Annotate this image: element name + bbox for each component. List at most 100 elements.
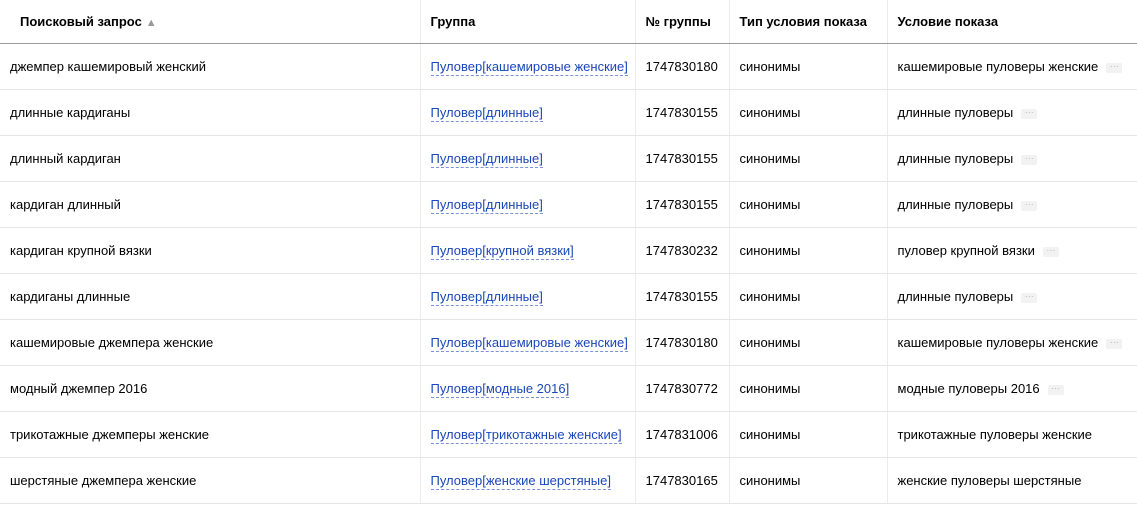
group-number-cell: 1747830155 <box>635 135 730 182</box>
condition-cell: длинные пуловеры ··· <box>887 89 1137 136</box>
table-row: кардиган длинный Пуловер[длинные] 17478301… <box>0 181 1137 228</box>
condition-text: кашемировые пуловеры женские <box>897 59 1099 74</box>
condition-type-text: синонимы <box>739 427 801 442</box>
condition-type-text: синонимы <box>739 381 801 396</box>
column-header-condition-label: Условие показа <box>897 14 999 29</box>
group-number-cell: 1747830155 <box>635 181 730 228</box>
sort-ascending-icon[interactable]: ▲ <box>146 17 157 29</box>
condition-text: длинные пуловеры <box>897 105 1014 120</box>
ellipsis-icon[interactable]: ··· <box>1042 245 1059 257</box>
query-text: модный джемпер 2016 <box>10 381 148 396</box>
condition-type-text: синонимы <box>739 243 801 258</box>
group-number-text: 1747830180 <box>645 335 718 350</box>
condition-type-cell: синонимы <box>729 43 888 90</box>
group-link[interactable]: Пуловер[трикотажные женские] <box>430 427 622 444</box>
table-row: длинный кардиган Пуловер[длинные] 17478301… <box>0 135 1137 182</box>
group-link[interactable]: Пуловер[длинные] <box>430 151 543 168</box>
condition-type-text: синонимы <box>739 473 801 488</box>
condition-cell: пуловер крупной вязки ··· <box>887 227 1137 274</box>
group-link[interactable]: Пуловер[крупной вязки] <box>430 243 574 260</box>
ellipsis-icon[interactable]: ··· <box>1106 61 1123 73</box>
query-cell: шерстяные джемпера женские <box>0 457 421 504</box>
group-cell: Пуловер[длинные] <box>420 181 636 228</box>
ellipsis-icon[interactable]: ··· <box>1047 383 1064 395</box>
group-cell: Пуловер[модные 2016] <box>420 365 636 412</box>
ellipsis-icon[interactable]: ··· <box>1106 337 1123 349</box>
query-cell: кардиган крупной вязки <box>0 227 421 274</box>
query-cell: джемпер кашемировый женский <box>0 43 421 90</box>
group-number-text: 1747830772 <box>645 381 718 396</box>
ellipsis-icon[interactable]: ··· <box>1021 199 1038 211</box>
query-text: кашемировые джемпера женские <box>10 335 214 350</box>
group-link[interactable]: Пуловер[длинные] <box>430 289 543 306</box>
group-cell: Пуловер[длинные] <box>420 273 636 320</box>
condition-type-cell: синонимы <box>729 181 888 228</box>
group-link[interactable]: Пуловер[кашемировые женские] <box>430 59 628 76</box>
group-cell: Пуловер[трикотажные женские] <box>420 411 636 458</box>
condition-type-cell: синонимы <box>729 457 888 504</box>
condition-text: трикотажные пуловеры женские <box>897 427 1093 442</box>
group-link[interactable]: Пуловер[длинные] <box>430 197 543 214</box>
column-header-group-label: Группа <box>430 14 476 29</box>
ellipsis-icon[interactable]: ··· <box>1021 291 1038 303</box>
condition-cell: трикотажные пуловеры женские··· <box>887 411 1137 458</box>
query-text: шерстяные джемпера женские <box>10 473 197 488</box>
group-number-cell: 1747830180 <box>635 319 730 366</box>
column-header-query-label: Поисковый запрос <box>20 14 142 29</box>
group-cell: Пуловер[длинные] <box>420 89 636 136</box>
table-row: трикотажные джемперы женские Пуловер[трик… <box>0 411 1137 458</box>
condition-type-text: синонимы <box>739 59 801 74</box>
condition-type-cell: синонимы <box>729 411 888 458</box>
group-number-cell: 1747830180 <box>635 43 730 90</box>
query-cell: кардиганы длинные <box>0 273 421 320</box>
group-number-text: 1747830155 <box>645 289 718 304</box>
table-header: Поисковый запрос ▲ Группа № группы Тип ус… <box>0 0 1137 44</box>
group-number-cell: 1747830155 <box>635 89 730 136</box>
query-cell: длинный кардиган <box>0 135 421 182</box>
column-header-group-number-label: № группы <box>645 14 711 29</box>
condition-cell: кашемировые пуловеры женские ··· <box>887 43 1137 90</box>
condition-type-text: синонимы <box>739 289 801 304</box>
condition-text: длинные пуловеры <box>897 151 1014 166</box>
table-body: джемпер кашемировый женский Пуловер[кашем… <box>0 43 1137 504</box>
query-text: кардиганы длинные <box>10 289 131 304</box>
condition-text: кашемировые пуловеры женские <box>897 335 1099 350</box>
condition-type-text: синонимы <box>739 335 801 350</box>
column-header-query[interactable]: Поисковый запрос ▲ <box>0 0 421 44</box>
group-number-text: 1747830155 <box>645 105 718 120</box>
group-link[interactable]: Пуловер[модные 2016] <box>430 381 570 398</box>
condition-text: модные пуловеры 2016 <box>897 381 1040 396</box>
group-link[interactable]: Пуловер[кашемировые женские] <box>430 335 628 352</box>
condition-type-text: синонимы <box>739 197 801 212</box>
condition-type-cell: синонимы <box>729 89 888 136</box>
table-row: модный джемпер 2016 Пуловер[модные 2016] 1… <box>0 365 1137 412</box>
group-number-text: 1747831006 <box>645 427 718 442</box>
condition-text: женские пуловеры шерстяные <box>897 473 1082 488</box>
condition-type-text: синонимы <box>739 105 801 120</box>
group-number-text: 1747830180 <box>645 59 718 74</box>
group-link[interactable]: Пуловер[женские шерстяные] <box>430 473 611 490</box>
query-text: кардиган крупной вязки <box>10 243 152 258</box>
group-cell: Пуловер[длинные] <box>420 135 636 182</box>
group-link[interactable]: Пуловер[длинные] <box>430 105 543 122</box>
group-cell: Пуловер[кашемировые женские] <box>420 43 636 90</box>
table-row: джемпер кашемировый женский Пуловер[кашем… <box>0 43 1137 90</box>
query-text: трикотажные джемперы женские <box>10 427 210 442</box>
group-number-text: 1747830155 <box>645 151 718 166</box>
ellipsis-icon[interactable]: ··· <box>1021 107 1038 119</box>
column-header-condition-type[interactable]: Тип условия показа <box>729 0 888 44</box>
query-cell: модный джемпер 2016 <box>0 365 421 412</box>
query-text: длинные кардиганы <box>10 105 131 120</box>
table-row: кардиган крупной вязки Пуловер[крупной вя… <box>0 227 1137 274</box>
group-number-text: 1747830165 <box>645 473 718 488</box>
group-number-cell: 1747831006 <box>635 411 730 458</box>
condition-text: длинные пуловеры <box>897 289 1014 304</box>
column-header-condition[interactable]: Условие показа <box>887 0 1137 44</box>
column-header-group-number[interactable]: № группы <box>635 0 730 44</box>
group-number-cell: 1747830165 <box>635 457 730 504</box>
table-row: кардиганы длинные Пуловер[длинные] 1747830… <box>0 273 1137 320</box>
column-header-group[interactable]: Группа <box>420 0 636 44</box>
condition-text: пуловер крупной вязки <box>897 243 1035 258</box>
condition-cell: длинные пуловеры ··· <box>887 273 1137 320</box>
ellipsis-icon[interactable]: ··· <box>1021 153 1038 165</box>
